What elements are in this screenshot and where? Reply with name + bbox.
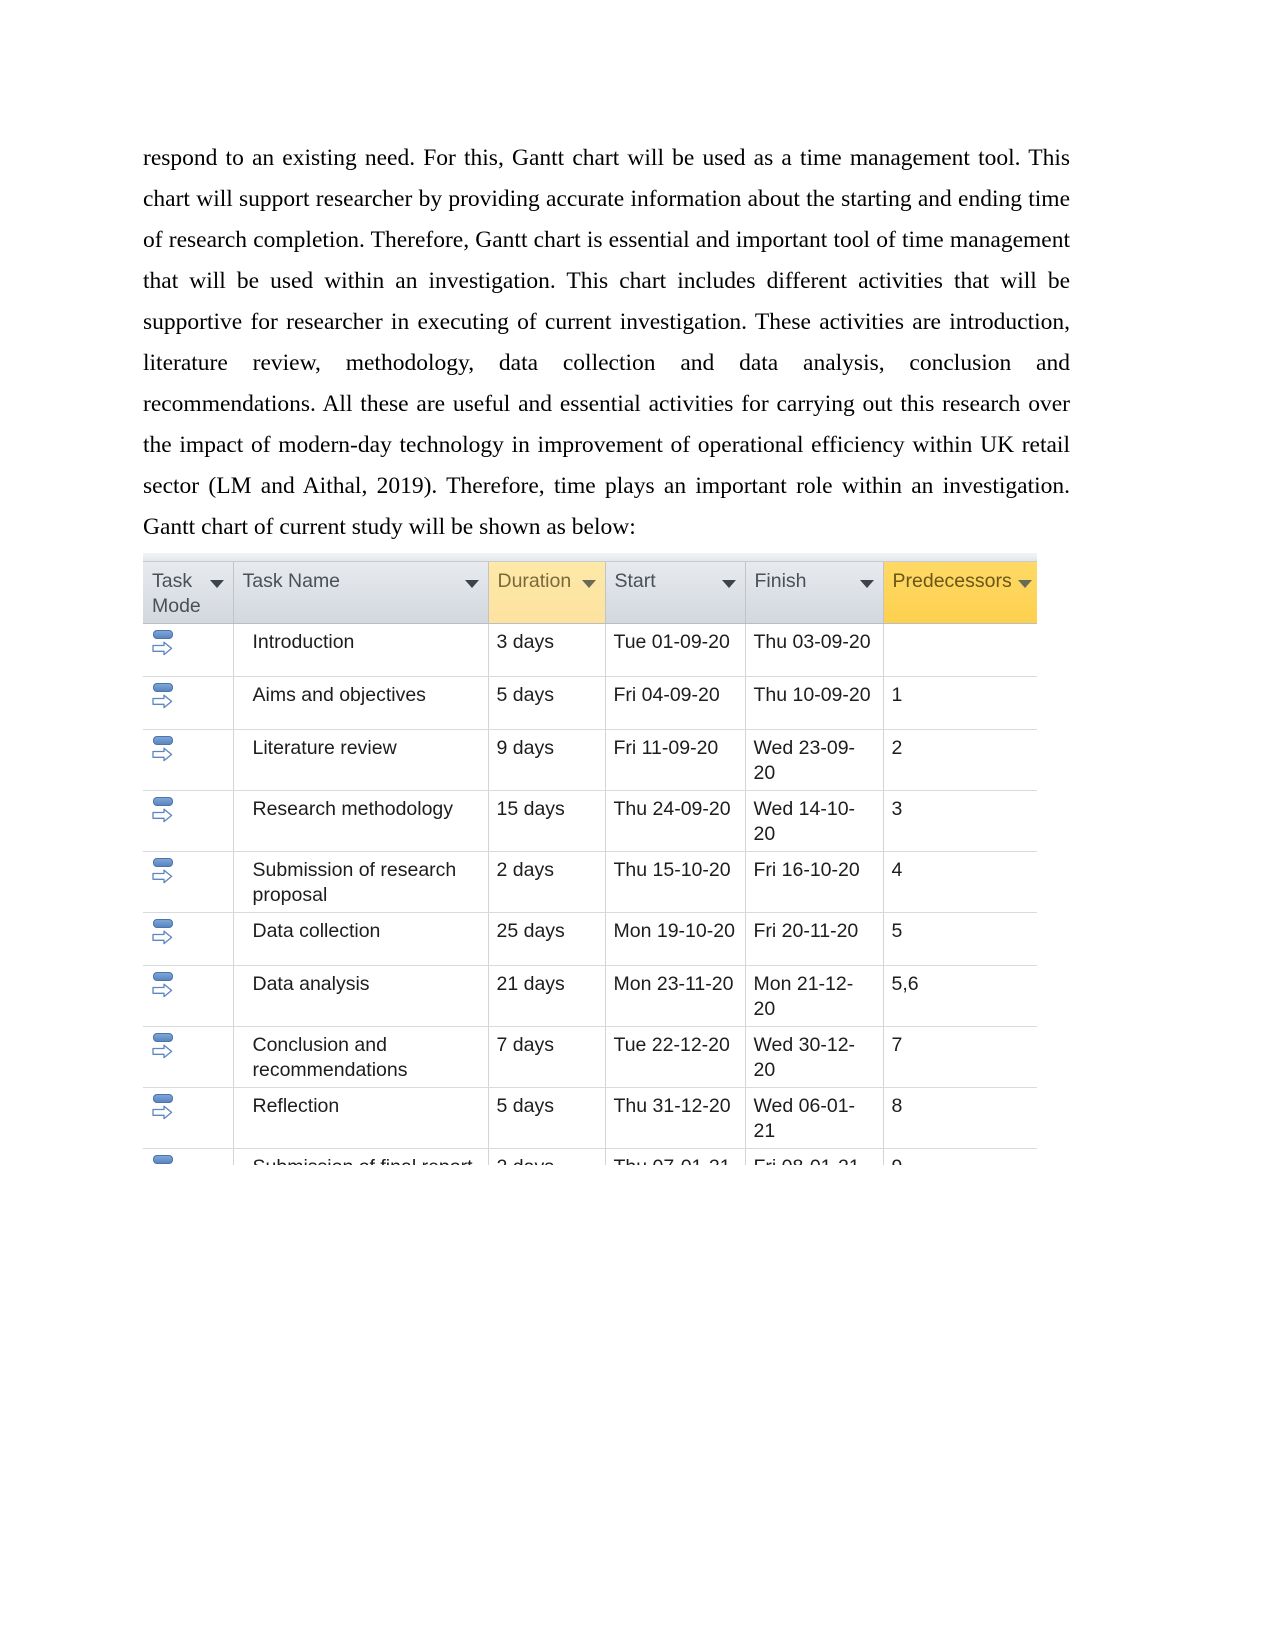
table-row[interactable]: Reflection 5 days Thu 31-12-20 Wed 06-01-21… (143, 1087, 1037, 1149)
cell-task-mode[interactable] (143, 729, 234, 791)
table-row[interactable]: Research methodology 15 days Thu 24-09-20 W… (143, 790, 1037, 852)
cell-predecessors[interactable]: 1 (883, 676, 1037, 730)
cell-duration[interactable]: 21 days (488, 965, 606, 1027)
cell-predecessors[interactable]: 2 (883, 729, 1037, 791)
cell-start[interactable]: Tue 01-09-20 (605, 623, 746, 677)
cell-finish[interactable]: Fri 16-10-20 (745, 851, 884, 913)
cell-task-name[interactable]: Research methodology (233, 790, 489, 852)
column-header-finish[interactable]: Finish (745, 562, 884, 624)
column-header-predecessors-label: Predecessors (892, 570, 1012, 592)
cell-duration[interactable]: 3 days (488, 623, 606, 677)
table-row[interactable]: Data analysis 21 days Mon 23-11-20 Mon 21-1… (143, 965, 1037, 1027)
cell-task-name[interactable]: Data analysis (233, 965, 489, 1027)
table-row[interactable]: Introduction 3 days Tue 01-09-20 Thu 03-09-… (143, 623, 1037, 677)
cell-start[interactable]: Mon 23-11-20 (605, 965, 746, 1027)
cell-start[interactable]: Mon 19-10-20 (605, 912, 746, 966)
table-row[interactable]: Aims and objectives 5 days Fri 04-09-20 Thu… (143, 676, 1037, 730)
column-header-finish-label: Finish (754, 570, 807, 592)
column-header-task-mode-label: Task Mode (152, 570, 201, 617)
cell-task-mode[interactable] (143, 965, 234, 1027)
cell-duration[interactable]: 7 days (488, 1026, 606, 1088)
filter-arrow-icon-predecessors[interactable] (1017, 580, 1032, 588)
column-header-task-mode[interactable]: Task Mode (143, 562, 234, 624)
cell-predecessors[interactable]: 5 (883, 912, 1037, 966)
column-header-duration[interactable]: Duration (488, 562, 606, 624)
cell-task-name[interactable]: Introduction (233, 623, 489, 677)
ms-project-task-table: Task Mode Task Name Duration Start Finis… (143, 553, 1037, 1165)
table-row[interactable]: Submission of final report2 daysThu 07-0… (143, 1148, 1037, 1165)
cell-task-name[interactable]: Aims and objectives (233, 676, 489, 730)
cell-start[interactable]: Thu 24-09-20 (605, 790, 746, 852)
table-row[interactable]: Conclusion and recommendations 7 days Tue … (143, 1026, 1037, 1088)
cell-start[interactable]: Thu 31-12-20 (605, 1087, 746, 1149)
cell-duration[interactable]: 9 days (488, 729, 606, 791)
body-paragraph: respond to an existing need. For this, G… (143, 138, 1070, 548)
filter-arrow-icon-task-name[interactable] (464, 580, 479, 588)
paragraph-text: respond to an existing need. For this, G… (143, 145, 1070, 540)
cell-predecessors[interactable]: 8 (883, 1087, 1037, 1149)
filter-arrow-icon-duration[interactable] (581, 580, 596, 588)
cell-task-mode[interactable] (143, 623, 234, 677)
cell-predecessors[interactable]: 5,6 (883, 965, 1037, 1027)
cell-task-name[interactable]: Submission of research proposal (233, 851, 489, 913)
filter-arrow-icon-start[interactable] (721, 580, 736, 588)
cell-finish[interactable]: Fri 08-01-21 (745, 1148, 884, 1165)
cell-start[interactable]: Thu 07-01-21 (605, 1148, 746, 1165)
cell-finish[interactable]: Wed 06-01-21 (745, 1087, 884, 1149)
document-page: respond to an existing need. For this, G… (0, 0, 1275, 1650)
table-top-strip (143, 553, 1037, 562)
cell-predecessors[interactable]: 7 (883, 1026, 1037, 1088)
filter-arrow-icon-task-mode[interactable] (209, 580, 224, 588)
cell-task-mode[interactable] (143, 676, 234, 730)
cell-task-mode[interactable] (143, 790, 234, 852)
filter-arrow-icon-finish[interactable] (859, 580, 874, 588)
cell-task-name[interactable]: Reflection (233, 1087, 489, 1149)
cell-finish[interactable]: Thu 03-09-20 (745, 623, 884, 677)
task-grid: Task Mode Task Name Duration Start Finis… (143, 562, 1037, 1165)
cell-finish[interactable]: Fri 20-11-20 (745, 912, 884, 966)
table-row[interactable]: Literature review 9 days Fri 11-09-20 Wed 2… (143, 729, 1037, 791)
column-header-task-name[interactable]: Task Name (233, 562, 489, 624)
cell-duration[interactable]: 25 days (488, 912, 606, 966)
column-header-duration-label: Duration (497, 570, 572, 592)
cell-duration[interactable]: 5 days (488, 1087, 606, 1149)
cell-duration[interactable]: 2 days (488, 1148, 606, 1165)
cell-task-mode[interactable] (143, 851, 234, 913)
cell-task-mode[interactable] (143, 1026, 234, 1088)
cell-predecessors[interactable]: 3 (883, 790, 1037, 852)
cell-finish[interactable]: Wed 30-12-20 (745, 1026, 884, 1088)
column-header-predecessors[interactable]: Predecessors (883, 562, 1037, 624)
table-header-row: Task Mode Task Name Duration Start Finis… (143, 562, 1037, 624)
cell-start[interactable]: Fri 11-09-20 (605, 729, 746, 791)
cell-finish[interactable]: Wed 14-10-20 (745, 790, 884, 852)
cell-predecessors[interactable]: 9 (883, 1148, 1037, 1165)
cell-task-mode[interactable] (143, 1087, 234, 1149)
cell-task-mode[interactable] (143, 1148, 234, 1165)
cell-finish[interactable]: Thu 10-09-20 (745, 676, 884, 730)
cell-task-name[interactable]: Literature review (233, 729, 489, 791)
column-header-task-name-label: Task Name (242, 570, 341, 592)
cell-finish[interactable]: Wed 23-09-20 (745, 729, 884, 791)
cell-start[interactable]: Fri 04-09-20 (605, 676, 746, 730)
cell-predecessors[interactable]: 4 (883, 851, 1037, 913)
cell-start[interactable]: Tue 22-12-20 (605, 1026, 746, 1088)
cell-predecessors[interactable] (883, 623, 1037, 677)
cell-duration[interactable]: 15 days (488, 790, 606, 852)
table-row[interactable]: Submission of research proposal 2 days Thu… (143, 851, 1037, 913)
cell-task-name[interactable]: Data collection (233, 912, 489, 966)
cell-duration[interactable]: 5 days (488, 676, 606, 730)
cell-finish[interactable]: Mon 21-12-20 (745, 965, 884, 1027)
cell-duration[interactable]: 2 days (488, 851, 606, 913)
cell-task-name[interactable]: Submission of final report (233, 1148, 489, 1165)
cell-start[interactable]: Thu 15-10-20 (605, 851, 746, 913)
cell-task-mode[interactable] (143, 912, 234, 966)
column-header-start-label: Start (614, 570, 656, 592)
table-row[interactable]: Data collection 25 days Mon 19-10-20 Fri 20… (143, 912, 1037, 966)
cell-task-name[interactable]: Conclusion and recommendations (233, 1026, 489, 1088)
column-header-start[interactable]: Start (605, 562, 746, 624)
